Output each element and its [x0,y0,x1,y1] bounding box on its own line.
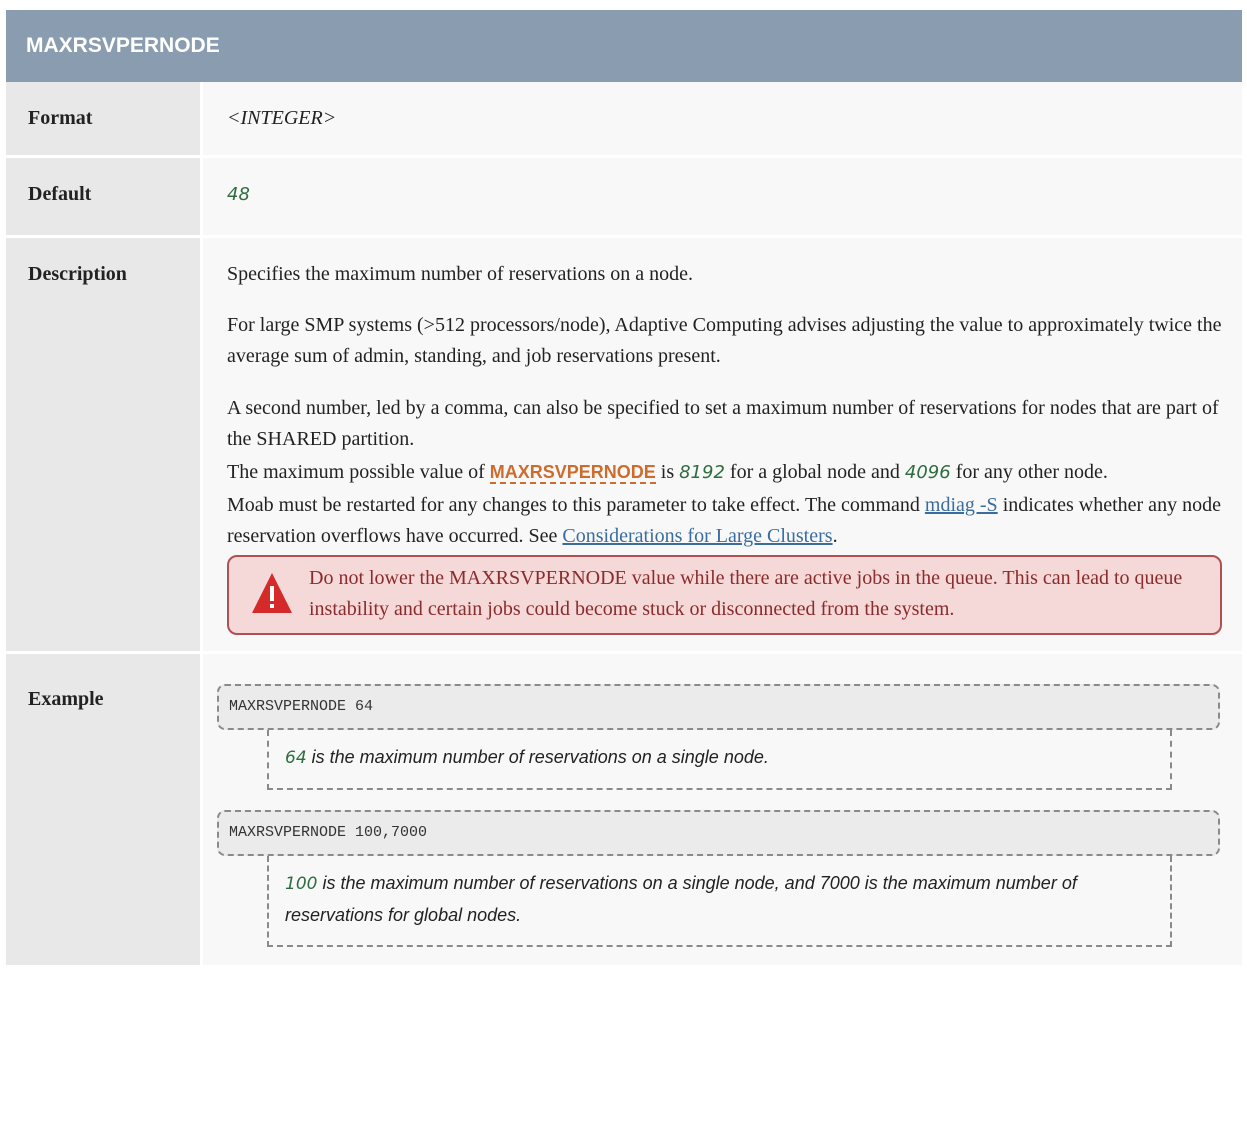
format-row: Format <INTEGER> [6,82,1242,158]
default-value-cell: 48 [203,158,1242,238]
table-header-row: MAXRSVPERNODE [6,10,1242,82]
default-label: Default [6,158,203,238]
description-max-value: The maximum possible value of MAXRSVPERN… [227,457,1222,488]
default-row: Default 48 [6,158,1242,238]
parameter-title: MAXRSVPERNODE [6,10,1242,82]
description-cell: Specifies the maximum number of reservat… [203,238,1242,654]
code-example-1: MAXRSVPERNODE 64 [217,684,1220,730]
example-2-number: 100 [285,874,318,894]
warning-triangle-icon [252,573,292,613]
description-row: Description Specifies the maximum number… [6,238,1242,654]
example-2-text: is the maximum number of reservations on… [285,873,1077,925]
example-cell: MAXRSVPERNODE 64 64 is the maximum numbe… [203,654,1242,965]
format-value: <INTEGER> [203,82,1242,158]
example-1-number: 64 [285,748,307,768]
example-label: Example [6,654,203,965]
other-node-max-value: 4096 [904,462,951,483]
max-value-text-pre: The maximum possible value of [227,461,490,483]
description-summary: Specifies the maximum number of reservat… [227,263,693,285]
maxrsvpernode-link[interactable]: MAXRSVPERNODE [489,462,656,484]
description-second-number: A second number, led by a comma, can als… [227,397,1219,450]
restart-text-post: . [832,525,838,547]
description-label: Description [6,238,203,654]
format-label: Format [6,82,203,158]
warning-callout: Do not lower the MAXRSVPERNODE value whi… [227,555,1222,635]
global-node-max-value: 8192 [679,462,725,483]
example-1-explanation: 64 is the maximum number of reservations… [267,730,1172,790]
example-1-text: is the maximum number of reservations on… [306,747,769,767]
example-2-explanation: 100 is the maximum number of reservation… [267,856,1172,947]
mdiag-s-link[interactable]: mdiag -S [925,494,998,516]
example-gap [217,790,1222,810]
description-smp-note: For large SMP systems (>512 processors/n… [227,314,1222,367]
parameter-table: MAXRSVPERNODE Format <INTEGER> Default 4… [6,10,1242,965]
large-clusters-link[interactable]: Considerations for Large Clusters [562,525,832,547]
code-example-2: MAXRSVPERNODE 100,7000 [217,810,1220,856]
max-value-text-mid2: for a global node and [724,461,905,483]
description-restart-note: Moab must be restarted for any changes t… [227,490,1222,552]
max-value-text-post: for any other node. [950,461,1108,483]
restart-text-pre: Moab must be restarted for any changes t… [227,494,925,516]
warning-text: Do not lower the MAXRSVPERNODE value whi… [309,567,1183,620]
max-value-text-mid1: is [655,461,680,483]
default-value: 48 [227,184,250,205]
example-row: Example MAXRSVPERNODE 64 64 is the maxim… [6,654,1242,965]
